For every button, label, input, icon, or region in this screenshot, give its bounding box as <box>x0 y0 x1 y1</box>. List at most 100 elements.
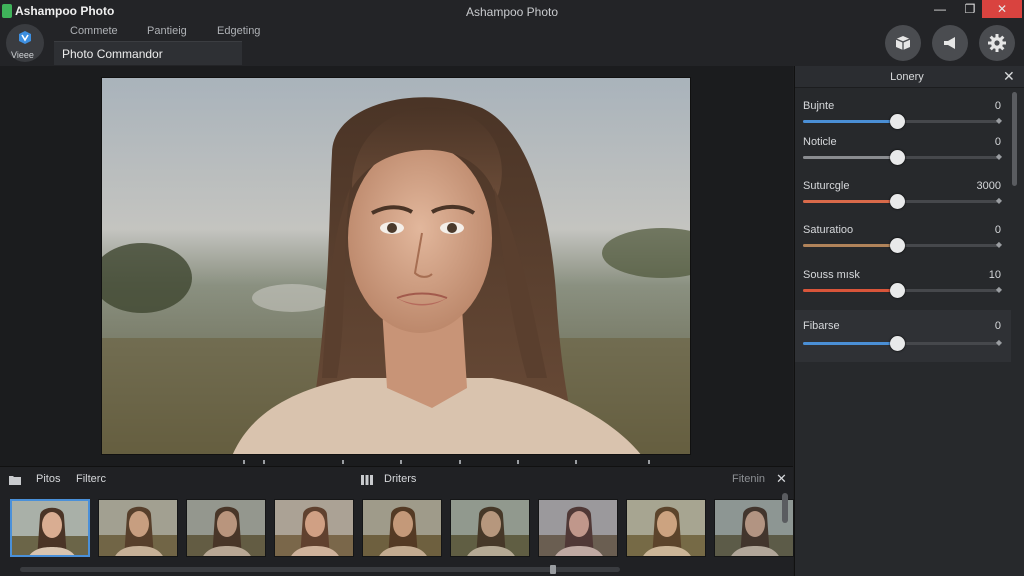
slider-handle[interactable] <box>890 336 906 351</box>
adjustment-label: Suturcgle <box>803 180 850 192</box>
view-icon <box>19 31 31 44</box>
panel-header: Lonery ✕ <box>795 66 1024 88</box>
filter-thumbnail[interactable] <box>450 499 530 557</box>
adjustments-panel: Lonery ✕ Bujnte 0 ◆ Noticle 0 ◆ Suturcgl… <box>794 66 1024 576</box>
adjustment-slider[interactable]: ◆ <box>803 114 1002 129</box>
strip-vertical-scrollbar[interactable] <box>782 493 788 523</box>
panel-scrollbar[interactable] <box>1012 92 1017 186</box>
filter-preview-image <box>187 500 265 556</box>
view-label: Vieee <box>11 50 34 60</box>
megaphone-icon <box>944 37 955 49</box>
filters-heading: Driters <box>384 473 417 485</box>
adjustment-value[interactable]: 10 <box>989 269 1001 281</box>
box-button[interactable] <box>885 25 921 61</box>
filter-preview-image <box>363 500 441 556</box>
adjustment-value[interactable]: 0 <box>995 136 1001 148</box>
box-icon <box>895 36 911 50</box>
adjustment-value[interactable]: 0 <box>995 224 1001 236</box>
filter-preview-image <box>451 500 529 556</box>
ruler-tick <box>342 460 344 464</box>
strip-scroll-handle[interactable] <box>550 565 556 574</box>
ruler-tick <box>459 460 461 464</box>
filter-thumbnail[interactable] <box>626 499 706 557</box>
close-window-button[interactable]: ✕ <box>982 0 1022 18</box>
slider-handle[interactable] <box>890 150 906 165</box>
tab-filters[interactable]: Filterc <box>76 473 106 485</box>
tab-photos[interactable]: Pitos <box>36 473 60 485</box>
ruler-tick <box>648 460 650 464</box>
panel-close-button[interactable]: ✕ <box>1003 68 1015 85</box>
slider-end-icon: ◆ <box>995 152 1002 161</box>
filter-thumbnail[interactable] <box>10 499 90 557</box>
ruler-tick <box>243 460 245 464</box>
adjustment-row: Suturcgle 3000 ◆ <box>795 176 1011 220</box>
slider-handle[interactable] <box>890 114 906 129</box>
minimize-button[interactable]: — <box>924 0 956 18</box>
filter-preview-image <box>12 501 88 555</box>
filter-preview-image <box>99 500 177 556</box>
filter-thumbnail[interactable] <box>362 499 442 557</box>
window-title: Ashampoo Photo <box>465 5 559 19</box>
adjustment-label: Saturatioo <box>803 224 854 236</box>
filter-preview-image <box>275 500 353 556</box>
adjustment-value[interactable]: 0 <box>995 320 1001 332</box>
adjustment-label: Souss mısk <box>803 269 860 281</box>
slider-handle[interactable] <box>890 194 906 209</box>
ruler-tick <box>575 460 577 464</box>
slider-end-icon: ◆ <box>995 240 1002 249</box>
filter-preview-image <box>627 500 705 556</box>
menu-item-edgeting[interactable]: Edgeting <box>217 25 260 37</box>
adjustment-slider[interactable]: ◆ <box>803 150 1002 165</box>
filter-thumbnail[interactable] <box>98 499 178 557</box>
filter-thumbnail[interactable] <box>186 499 266 557</box>
adjustment-slider[interactable]: ◆ <box>803 336 1002 351</box>
adjustment-label: Bujnte <box>803 100 835 112</box>
adjustment-slider[interactable]: ◆ <box>803 283 1002 298</box>
portrait-photo-image <box>102 78 690 454</box>
adjustment-value[interactable]: 3000 <box>977 180 1001 192</box>
main-photo[interactable] <box>101 77 691 455</box>
filter-info-label: Fitenin <box>732 473 766 485</box>
adjustment-row: Noticle 0 ◆ <box>795 132 1011 176</box>
filter-thumbnail[interactable] <box>274 499 354 557</box>
folder-icon <box>9 476 21 485</box>
adjustment-slider[interactable]: ◆ <box>803 194 1002 209</box>
ruler-tick <box>263 460 265 464</box>
title-bar: Ashampoo Photo Ashampoo Photo — ❐ ✕ <box>0 0 1024 22</box>
adjustment-value[interactable]: 0 <box>995 100 1001 112</box>
strip-close-button[interactable]: ✕ <box>776 471 787 487</box>
strip-scrollbar[interactable] <box>20 565 620 574</box>
strip-header: Pitos Filterc Driters Fitenin ✕ <box>0 467 793 491</box>
ruler-tick <box>517 460 519 464</box>
slider-handle[interactable] <box>890 238 906 253</box>
adjustment-row: Saturatioo 0 ◆ <box>795 220 1011 264</box>
settings-button[interactable] <box>979 25 1015 61</box>
slider-handle[interactable] <box>890 283 906 298</box>
photo-commander-label: Photo Commandor <box>62 47 163 61</box>
slider-fill <box>803 244 898 247</box>
slider-fill <box>803 342 898 345</box>
slider-end-icon: ◆ <box>995 116 1002 125</box>
adjustment-row: Fibarse 0 ◆ <box>795 310 1011 362</box>
grid-icon <box>361 475 373 485</box>
gear-icon <box>988 34 1006 52</box>
slider-fill <box>803 200 898 203</box>
slider-end-icon: ◆ <box>995 285 1002 294</box>
slider-end-icon: ◆ <box>995 196 1002 205</box>
panel-title: Lonery <box>890 71 924 83</box>
filter-preview-image <box>539 500 617 556</box>
slider-fill <box>803 289 898 292</box>
announce-button[interactable] <box>932 25 968 61</box>
adjustment-slider[interactable]: ◆ <box>803 238 1002 253</box>
filter-strip: Pitos Filterc Driters Fitenin ✕ <box>0 466 794 576</box>
menu-item-commete[interactable]: Commete <box>70 25 118 37</box>
menu-item-pantieig[interactable]: Pantieig <box>147 25 187 37</box>
slider-end-icon: ◆ <box>995 338 1002 347</box>
filter-thumbnail[interactable] <box>538 499 618 557</box>
slider-fill <box>803 156 898 159</box>
photo-commander-tab[interactable]: Photo Commandor <box>54 41 242 65</box>
ruler-tick <box>400 460 402 464</box>
adjustment-label: Fibarse <box>803 320 840 332</box>
slider-fill <box>803 120 898 123</box>
adjustment-row: Souss mısk 10 ◆ <box>795 265 1011 309</box>
